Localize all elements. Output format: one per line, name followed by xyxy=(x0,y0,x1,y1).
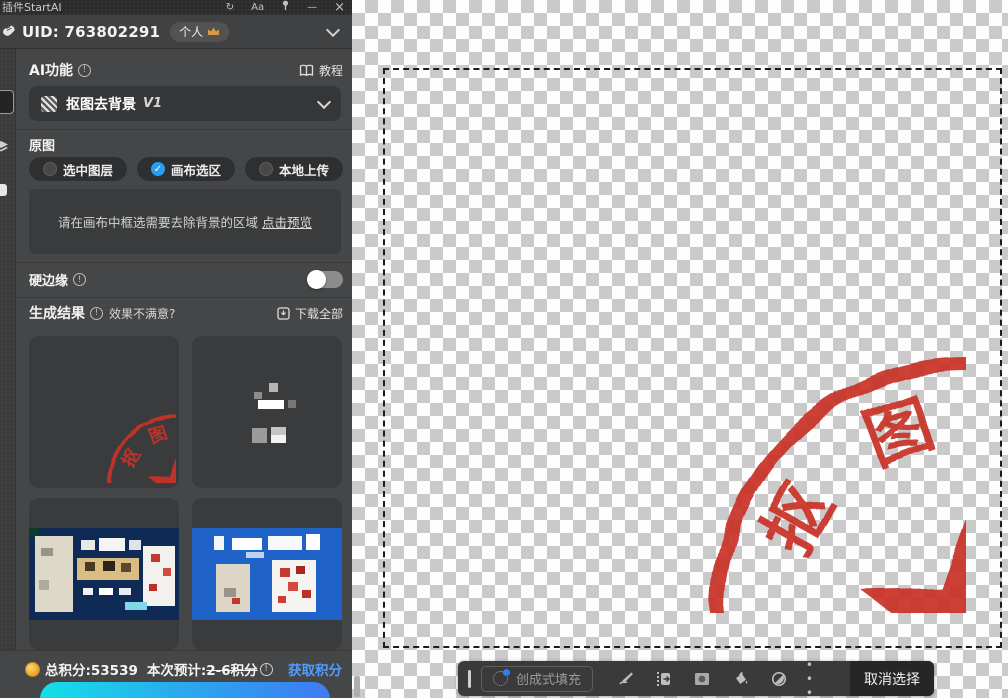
result-thumbnail-banner-1[interactable] xyxy=(29,498,179,650)
divider xyxy=(16,262,352,263)
plugin-titlebar[interactable]: 插件StartAI ↻ Aa — × xyxy=(0,0,352,15)
generative-fill-button[interactable]: 创成式填充 xyxy=(481,665,594,692)
option-selected-layer[interactable]: 选中图层 xyxy=(29,157,127,181)
option-canvas-selection[interactable]: ✓ 画布选区 xyxy=(137,157,235,181)
selection-hint-card: 请在画布中框选需要去除背景的区域 点击预览 xyxy=(29,189,341,254)
matting-feature-icon xyxy=(41,95,57,112)
close-icon[interactable]: × xyxy=(334,0,345,15)
app-window: 创成式填充 • • • 取消选择 插件StartAI ↻ Aa — × UID:… xyxy=(0,0,1008,698)
ai-feature-title: AI功能 xyxy=(29,63,74,79)
deselect-button[interactable]: 取消选择 xyxy=(850,661,934,696)
option-label: 选中图层 xyxy=(62,162,113,178)
divider xyxy=(16,297,352,298)
text-size-icon[interactable]: Aa xyxy=(251,0,264,15)
panel-content: AI功能 ! 教程 抠图去背景 V1 原图 选中图层 ✓ 画布选区 本地上传 请… xyxy=(16,49,352,698)
feature-name: 抠图去背景 xyxy=(66,96,136,113)
feature-select-dropdown[interactable]: 抠图去背景 V1 xyxy=(29,86,341,121)
more-options-icon[interactable]: • • • xyxy=(806,658,828,698)
uid-value: UID: 763802291 xyxy=(22,22,161,41)
option-local-upload[interactable]: 本地上传 xyxy=(245,157,343,181)
ai-feature-header: AI功能 ! 教程 xyxy=(29,60,343,80)
source-options: 选中图层 ✓ 画布选区 本地上传 xyxy=(29,157,343,181)
badge-label: 个人 xyxy=(179,25,204,39)
plugin-side-tabs xyxy=(0,49,16,698)
points-footer: 总积分:53539 本次预计: 2-6积分 ! 获取积分 xyxy=(0,650,352,698)
preview-link[interactable]: 点击预览 xyxy=(262,212,312,231)
chevron-down-icon xyxy=(316,94,332,110)
plugin-title: 插件StartAI xyxy=(2,1,62,14)
results-title: 生成结果 xyxy=(29,306,85,322)
results-header: 生成结果 ! 效果不满意? 下载全部 xyxy=(29,303,343,323)
get-points-link[interactable]: 获取积分 xyxy=(288,659,342,679)
total-points: 总积分:53539 xyxy=(45,663,138,679)
selection-marquee-icon xyxy=(493,669,510,686)
estimate-value: 2-6积分 xyxy=(206,663,258,679)
hard-edge-title: 硬边缘 xyxy=(29,274,69,289)
photoshop-canvas[interactable]: 创成式填充 • • • 取消选择 xyxy=(352,0,1008,698)
points-row: 总积分:53539 本次预计: 2-6积分 ! 获取积分 xyxy=(25,659,342,679)
source-title: 原图 xyxy=(29,139,56,154)
estimate-prefix: 本次预计: xyxy=(146,663,207,679)
coin-icon xyxy=(25,661,40,677)
tutorial-label: 教程 xyxy=(318,63,343,78)
hint-text: 请在画布中框选需要去除背景的区域 xyxy=(57,215,258,230)
hard-edge-row: 硬边缘 ! xyxy=(29,270,343,289)
taskbar-tools: • • • xyxy=(593,658,850,698)
feature-version: V1 xyxy=(143,96,163,111)
mini-stamp-image xyxy=(34,341,176,483)
account-type-badge[interactable]: 个人 xyxy=(170,21,230,42)
radio-icon xyxy=(258,162,273,176)
minimize-icon[interactable]: — xyxy=(307,0,317,15)
startai-plugin-panel: 插件StartAI ↻ Aa — × UID: 763802291 个人 AI功… xyxy=(0,0,352,698)
tutorial-button[interactable]: 教程 xyxy=(299,62,343,79)
book-icon xyxy=(299,64,314,76)
remove-background-icon[interactable] xyxy=(653,668,675,690)
info-icon[interactable]: ! xyxy=(90,306,103,320)
chevron-down-icon[interactable] xyxy=(325,22,341,37)
radio-icon xyxy=(42,162,57,176)
layers-tab-icon[interactable] xyxy=(0,141,8,153)
download-icon xyxy=(277,306,290,320)
scrollbar-thumb[interactable] xyxy=(354,676,360,697)
contextual-task-bar: 创成式填充 • • • 取消选择 xyxy=(458,658,934,698)
uid-bar: UID: 763802291 个人 xyxy=(0,15,352,49)
fill-bucket-icon[interactable] xyxy=(730,668,752,690)
brush-icon[interactable] xyxy=(615,668,637,690)
refresh-icon[interactable]: ↻ xyxy=(226,0,234,15)
red-stamp-image xyxy=(436,83,966,613)
radio-checked-icon: ✓ xyxy=(150,162,165,176)
download-all-button[interactable]: 下载全部 xyxy=(277,305,343,322)
result-thumbnail-stamp[interactable] xyxy=(29,336,179,488)
taskbar-drag-handle[interactable] xyxy=(468,669,471,688)
hard-edge-toggle[interactable] xyxy=(307,270,343,289)
info-icon[interactable]: ! xyxy=(78,63,92,77)
result-thumbnail-blocks[interactable] xyxy=(192,336,342,488)
deselect-label: 取消选择 xyxy=(864,671,920,688)
crown-icon xyxy=(208,27,220,35)
hand-logo-icon xyxy=(3,25,15,36)
divider xyxy=(16,129,352,130)
results-grid xyxy=(29,336,342,650)
info-icon[interactable]: ! xyxy=(259,662,273,676)
source-header: 原图 xyxy=(29,135,343,154)
option-label: 本地上传 xyxy=(278,162,329,178)
result-thumbnail-banner-2[interactable] xyxy=(192,498,342,650)
generate-button[interactable] xyxy=(40,682,330,698)
info-icon[interactable]: ! xyxy=(73,273,87,286)
active-tool-tab-icon[interactable] xyxy=(0,90,14,114)
generative-fill-label: 创成式填充 xyxy=(516,673,582,688)
download-all-label: 下载全部 xyxy=(294,306,343,321)
results-subtitle: 效果不满意? xyxy=(109,306,176,321)
option-label: 画布选区 xyxy=(170,162,221,178)
adjustments-contrast-icon[interactable] xyxy=(768,668,790,690)
add-mask-icon[interactable] xyxy=(691,668,713,690)
pin-icon[interactable] xyxy=(281,0,290,16)
tool-tab-icon[interactable] xyxy=(0,184,7,196)
